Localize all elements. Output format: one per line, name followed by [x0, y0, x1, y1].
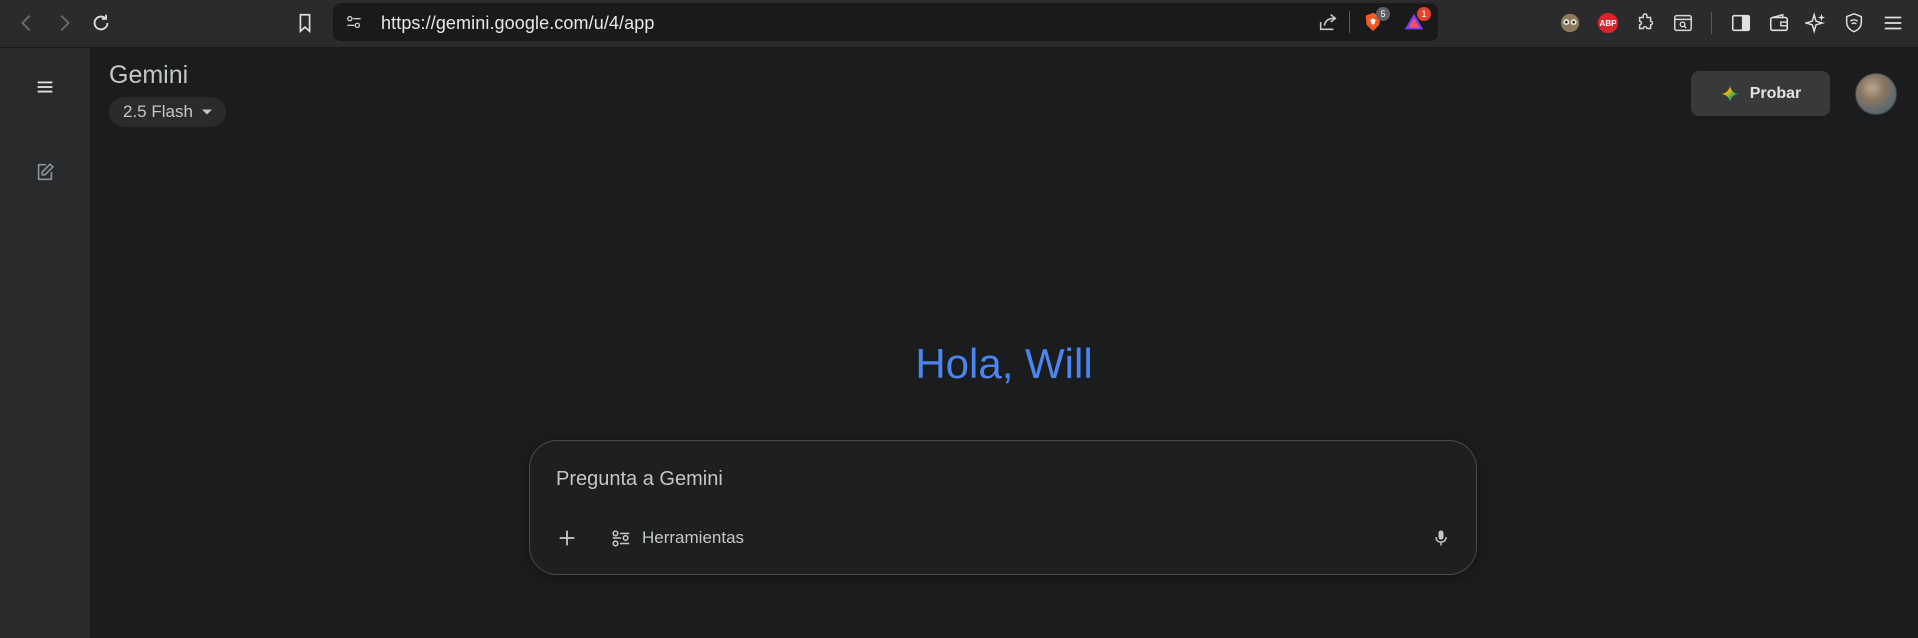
site-settings-icon[interactable] — [343, 11, 365, 33]
back-icon[interactable] — [12, 8, 42, 38]
prompt-box: Herramientas — [529, 440, 1477, 575]
model-selector[interactable]: 2.5 Flash — [109, 97, 226, 127]
puzzle-icon[interactable] — [1635, 12, 1657, 34]
brave-rewards-icon[interactable]: 1 — [1403, 7, 1431, 33]
url-text[interactable]: https://gemini.google.com/u/4/app — [381, 13, 654, 34]
model-label: 2.5 Flash — [123, 102, 193, 121]
leo-ai-icon[interactable] — [1805, 12, 1827, 34]
prompt-input[interactable] — [554, 467, 1358, 492]
separator — [1349, 11, 1350, 33]
rewards-badge: 1 — [1417, 7, 1431, 21]
menu-icon[interactable] — [1882, 12, 1904, 34]
sidebar-icon[interactable] — [1730, 12, 1752, 34]
page-search-icon[interactable] — [1672, 12, 1694, 34]
avatar[interactable] — [1855, 73, 1897, 115]
address-bar[interactable]: https://gemini.google.com/u/4/app 5 1 — [333, 3, 1438, 41]
greeting: Hola, Will — [915, 340, 1093, 387]
tools-button[interactable]: Herramientas — [610, 523, 744, 553]
tools-icon — [612, 530, 630, 547]
plus-icon[interactable] — [552, 523, 582, 553]
try-button[interactable]: Probar — [1691, 71, 1830, 116]
adblock-icon[interactable]: ABP — [1597, 12, 1619, 34]
hamburger-icon[interactable] — [29, 71, 61, 103]
app-title: Gemini — [109, 61, 189, 89]
tools-label: Herramientas — [642, 528, 745, 547]
vpn-icon[interactable] — [1843, 12, 1865, 34]
extension-icon[interactable] — [1559, 12, 1581, 34]
dropdown-arrow-icon — [201, 109, 212, 115]
reload-icon[interactable] — [86, 8, 116, 38]
separator — [1711, 12, 1712, 34]
try-label: Probar — [1749, 84, 1802, 102]
adblock-label: ABP — [1599, 18, 1617, 28]
share-icon[interactable] — [1317, 11, 1339, 33]
wallet-icon[interactable] — [1768, 12, 1790, 34]
brave-shields-icon[interactable]: 5 — [1362, 7, 1390, 33]
sparkle-icon — [1721, 85, 1739, 102]
browser-toolbar: https://gemini.google.com/u/4/app 5 1 AB… — [0, 0, 1918, 48]
shields-badge: 5 — [1376, 7, 1390, 21]
mic-icon[interactable] — [1426, 523, 1456, 553]
forward-icon[interactable] — [49, 8, 79, 38]
new-chat-icon[interactable] — [29, 156, 61, 188]
bookmark-icon[interactable] — [290, 8, 320, 38]
